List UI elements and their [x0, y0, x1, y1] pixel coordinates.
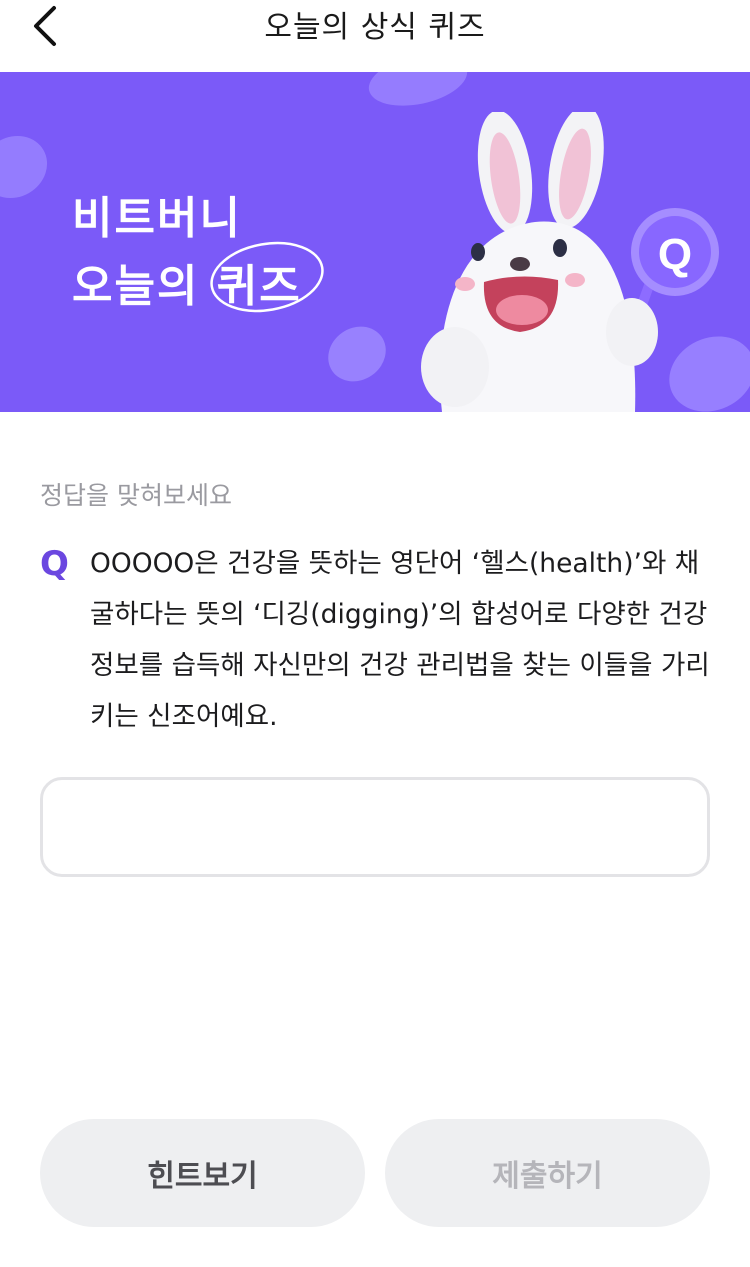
answer-input[interactable] [40, 777, 710, 877]
bunny-mascot-illustration: Q [421, 112, 719, 412]
question-text: OOOOO은 건강을 뜻하는 영단어 ‘헬스(health)’와 채굴하다는 뜻… [90, 548, 710, 732]
banner-title-line2: 오늘의 퀴즈 [72, 241, 324, 314]
answer-prompt: 정답을 맞혀보세요 [40, 481, 232, 510]
oval-highlight [210, 241, 324, 313]
page-title: 오늘의 상식 퀴즈 [264, 10, 486, 45]
quiz-banner: 비트버니 오늘의 퀴즈 Q [0, 72, 750, 412]
submit-button[interactable]: 제출하기 [385, 1119, 710, 1227]
banner-quiz-word: 퀴즈 [210, 241, 324, 314]
app-header: 오늘의 상식 퀴즈 [0, 0, 750, 72]
hint-button[interactable]: 힌트보기 [40, 1119, 365, 1227]
question-marker: Q [40, 544, 69, 584]
q-badge-letter: Q [658, 230, 692, 279]
banner-title-prefix: 오늘의 [72, 261, 217, 312]
banner-title-line1: 비트버니 [72, 193, 242, 244]
